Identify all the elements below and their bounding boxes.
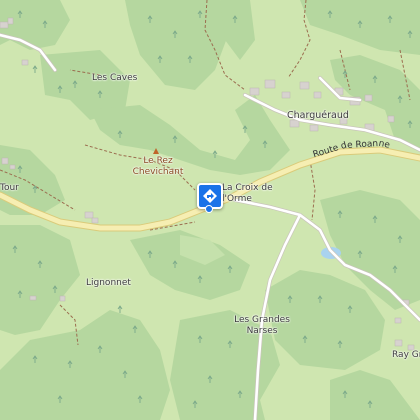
label-le-rez-chevichant: Le Rez Chevichant: [132, 156, 184, 177]
label-les-caves: Les Caves: [92, 73, 138, 83]
label-charguéraud: Charguéraud: [287, 110, 349, 121]
map-canvas[interactable]: Route de Roanne Les Caves Le Rez Chevich…: [0, 0, 420, 420]
label-la-croix-de-lorme: La Croix de l'Orme: [222, 183, 273, 204]
peak-triangle-icon: [153, 148, 159, 154]
marker-anchor-dot: [205, 205, 213, 213]
label-ray-gr: Ray Gr: [392, 350, 420, 360]
label-lignonnet: Lignonnet: [86, 278, 131, 288]
label-tour: Tour: [0, 183, 19, 193]
directions-arrow-icon: [203, 189, 217, 203]
label-les-grandes-narses: Les Grandes Narses: [234, 315, 290, 336]
